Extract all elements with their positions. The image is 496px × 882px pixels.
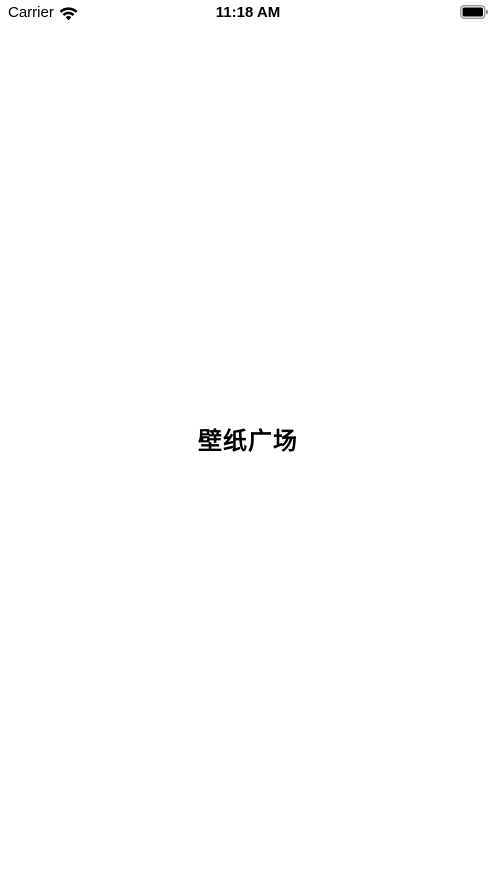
status-bar: Carrier 11:18 AM — [0, 0, 496, 26]
status-time: 11:18 AM — [215, 4, 281, 21]
app-screen: Carrier 11:18 AM 壁纸广场 — [0, 0, 496, 882]
splash-title: 壁纸广场 — [198, 427, 298, 455]
battery-icon — [460, 5, 488, 19]
